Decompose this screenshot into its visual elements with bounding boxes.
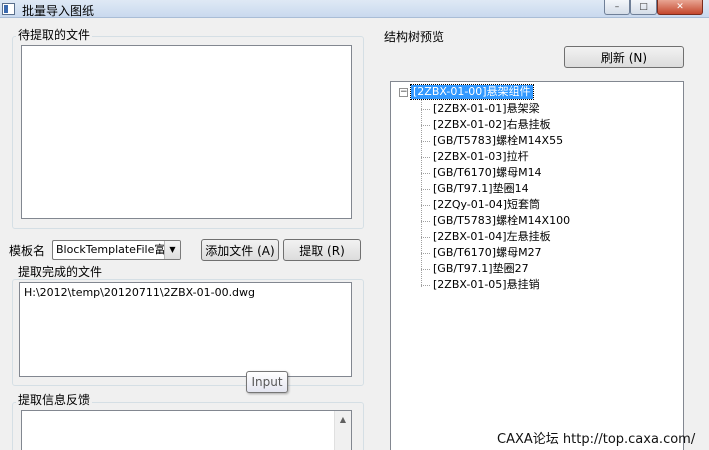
input-tooltip: Input [246,371,288,393]
tree-item[interactable]: [GB/T97.1]垫圈14 [421,181,570,197]
close-button[interactable]: ✕ [657,0,703,15]
list-item[interactable]: H:\2012\temp\20120711\2ZBX-01-00.dwg [24,286,255,299]
feedback-scrollbar[interactable]: ▲ [334,411,351,450]
dropdown-arrow-icon: ▼ [164,241,180,259]
tree-item[interactable]: [2ZBX-01-04]左悬挂板 [421,229,570,245]
template-select[interactable]: BlockTemplateFile富来 ▼ [52,240,181,260]
collapse-icon[interactable]: − [399,87,408,97]
forum-watermark: CAXA论坛 http://top.caxa.com/ [497,432,696,447]
tree-item[interactable]: [GB/T5783]螺栓M14X100 [421,213,570,229]
tree-item[interactable]: [GB/T6170]螺母M14 [421,165,570,181]
pending-files-label: 待提取的文件 [16,28,93,42]
template-label: 模板名 [9,244,46,258]
tree-item[interactable]: [2ZBX-01-05]悬挂销 [421,277,570,293]
extract-button[interactable]: 提取 (R) [283,239,361,261]
tree-item[interactable]: [2ZBX-01-01]悬架梁 [421,101,570,117]
feedback-label: 提取信息反馈 [16,393,93,407]
close-icon: ✕ [676,2,684,12]
tree-item[interactable]: [GB/T5783]螺栓M14X55 [421,133,570,149]
feedback-textbox[interactable]: ▲ [21,410,352,450]
refresh-button[interactable]: 刷新 (N) [564,46,684,68]
template-select-value: BlockTemplateFile富来 [56,243,177,256]
structure-tree[interactable]: − [2ZBX-01-00]悬架组件 [2ZBX-01-01]悬架梁 [2ZBX… [390,81,684,450]
pending-files-list[interactable] [21,45,352,219]
minimize-button[interactable]: – [604,0,630,15]
tree-item[interactable]: [GB/T97.1]垫圈27 [421,261,570,277]
tree-root-row[interactable]: − [2ZBX-01-00]悬架组件 [399,84,534,100]
tree-item[interactable]: [GB/T6170]螺母M27 [421,245,570,261]
tree-preview-label: 结构树预览 [384,30,445,44]
window-title: 批量导入图纸 [22,4,95,18]
tree-children: [2ZBX-01-01]悬架梁 [2ZBX-01-02]右悬挂板 [GB/T57… [421,101,570,293]
tree-item[interactable]: [2ZBX-01-02]右悬挂板 [421,117,570,133]
tree-item[interactable]: [2ZQy-01-04]短套筒 [421,197,570,213]
scroll-up-icon[interactable]: ▲ [335,411,351,427]
completed-files-list[interactable]: H:\2012\temp\20120711\2ZBX-01-00.dwg [19,282,352,377]
minimize-icon: – [614,2,620,12]
tree-item[interactable]: [2ZBX-01-03]拉杆 [421,149,570,165]
maximize-button[interactable]: □ [630,0,657,15]
app-icon [2,3,15,15]
completed-files-label: 提取完成的文件 [16,265,105,279]
title-bar: 批量导入图纸 – □ ✕ [0,0,709,18]
maximize-icon: □ [639,2,648,12]
tree-root-label[interactable]: [2ZBX-01-00]悬架组件 [410,84,534,100]
add-file-button[interactable]: 添加文件 (A) [201,239,279,261]
